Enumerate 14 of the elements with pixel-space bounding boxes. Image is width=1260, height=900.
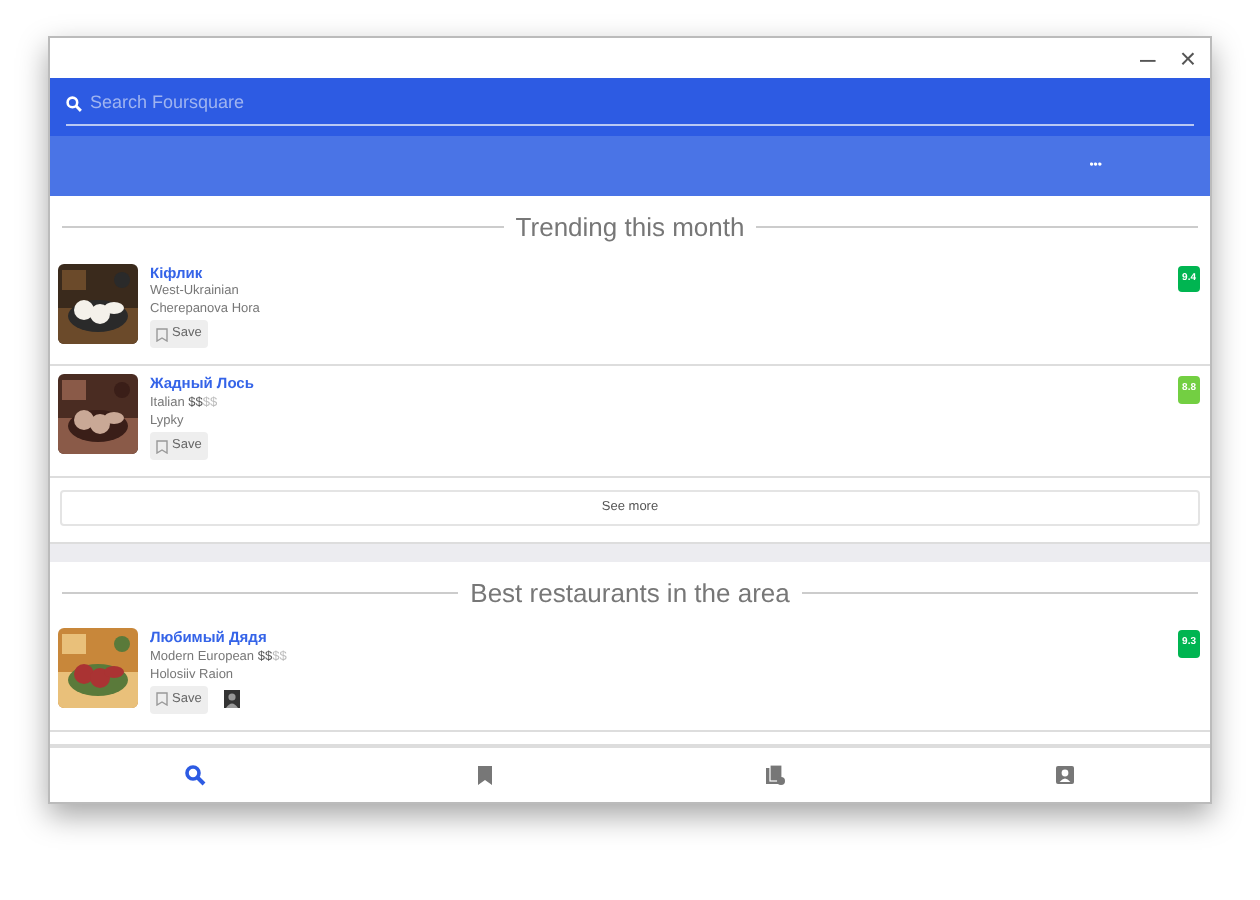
close-button[interactable]: × — [1173, 44, 1202, 72]
search-bar[interactable]: Search Foursquare — [50, 78, 1210, 136]
bookmark-icon — [474, 764, 496, 786]
bookmark-icon — [156, 692, 168, 707]
profile-icon — [1054, 764, 1076, 786]
section-title: Best restaurants in the area — [470, 575, 790, 612]
bookmark-icon — [156, 439, 168, 453]
search-icon — [66, 96, 82, 112]
search-icon — [184, 764, 206, 786]
minimize-button[interactable]: – — [1134, 44, 1162, 72]
documents-icon — [764, 764, 786, 786]
search-field[interactable]: Search Foursquare — [90, 90, 1194, 118]
bookmark-icon — [156, 327, 168, 342]
section-title: Trending this month — [515, 210, 745, 246]
